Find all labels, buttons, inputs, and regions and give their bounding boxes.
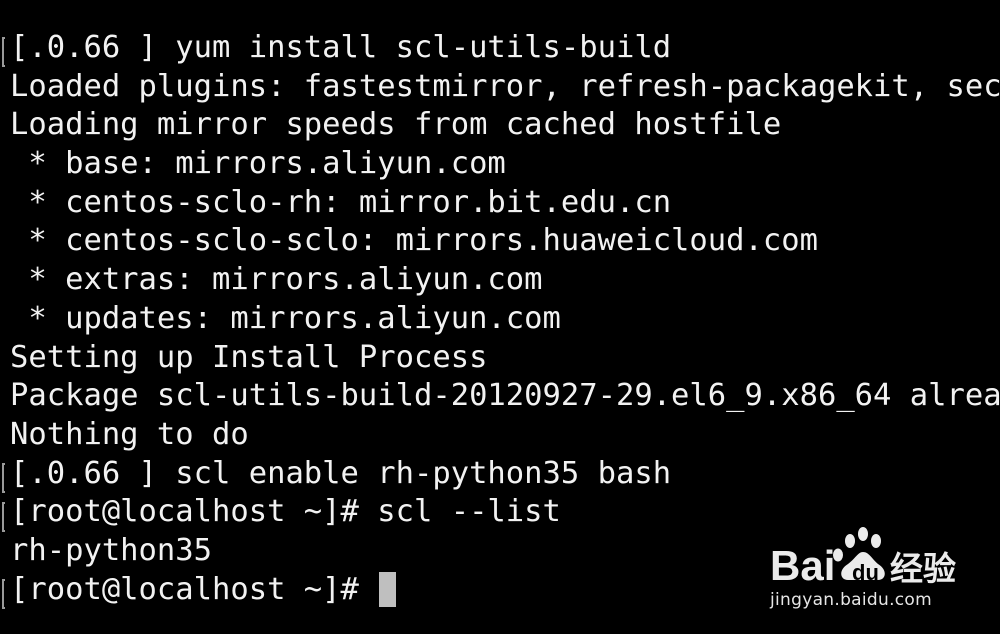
output-line: * centos-sclo-rh: mirror.bit.edu.cn <box>10 184 672 220</box>
output-line: Loading mirror speeds from cached hostfi… <box>10 107 782 143</box>
output-line: * extras: mirrors.aliyun.com <box>10 262 543 298</box>
line-marker-icon <box>2 579 5 609</box>
output-line: * updates: mirrors.aliyun.com <box>10 300 561 336</box>
svg-text:Bai: Bai <box>770 542 835 589</box>
svg-text:经验: 经验 <box>890 549 956 588</box>
prompt-text: [root@localhost ~]# <box>10 571 378 607</box>
line-marker-icon <box>2 502 5 532</box>
command-line: [.0.66 ] scl enable rh-python35 bash <box>10 455 672 491</box>
text-cursor <box>379 571 397 607</box>
output-line: * base: mirrors.aliyun.com <box>10 146 506 182</box>
svg-text:du: du <box>852 560 879 585</box>
output-line: * centos-sclo-sclo: mirrors.huaweicloud.… <box>10 223 818 259</box>
output-line: Nothing to do <box>10 416 249 452</box>
terminal-window[interactable]: [.0.66 ] yum install scl-utils-build Loa… <box>0 0 1000 634</box>
baidu-logo-icon: Bai du 经验 <box>770 527 956 589</box>
baidu-jingyan-watermark: Bai du 经验 jingyan.baidu.com <box>770 522 990 622</box>
watermark-url: jingyan.baidu.com <box>770 590 932 610</box>
output-line: Package scl-utils-build-20120927-29.el6_… <box>10 378 1000 414</box>
line-marker-icon <box>2 37 5 67</box>
output-line: Setting up Install Process <box>10 339 488 375</box>
command-line: [.0.66 ] yum install scl-utils-build <box>10 30 672 65</box>
output-line: Loaded plugins: fastestmirror, refresh-p… <box>10 68 1000 104</box>
line-marker-icon <box>2 463 5 493</box>
